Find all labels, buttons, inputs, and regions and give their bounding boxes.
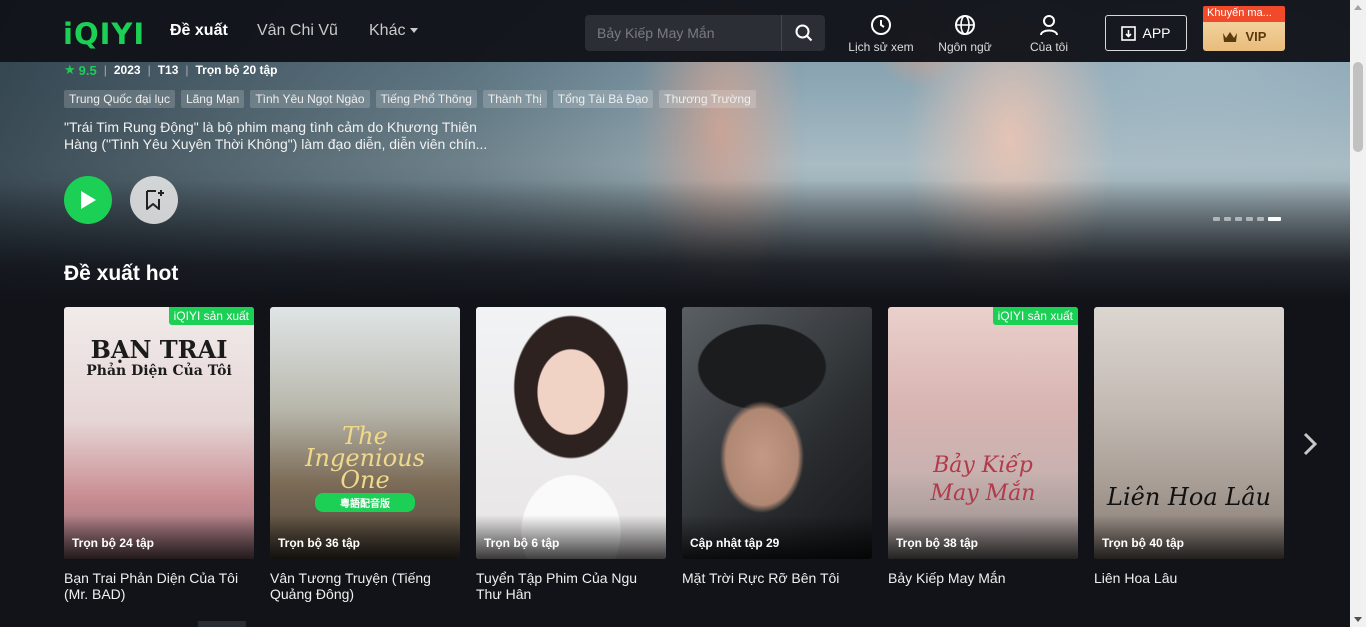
play-button[interactable] [64, 176, 112, 224]
app-label: APP [1142, 25, 1171, 41]
episode-info: Trọn bộ 24 tập [64, 515, 254, 559]
poster-title-art: Liên Hoa Lâu [1107, 483, 1271, 511]
original-badge: iQIYI sản xuất [992, 307, 1078, 325]
episode-info: Trọn bộ 36 tập [270, 515, 460, 559]
poster-subtitle-art: Phản Diện Của Tôi [86, 363, 232, 379]
carousel-dot[interactable] [1257, 217, 1264, 221]
hero-tag[interactable]: Tiếng Phổ Thông [375, 90, 477, 108]
hero-tags: Trung Quốc đại lục Lãng Mạn Tình Yêu Ngọ… [64, 90, 756, 108]
hero-tag[interactable]: Tổng Tài Bá Đạo [552, 90, 654, 108]
globe-icon [955, 15, 975, 35]
video-card[interactable]: The Ingenious One 粵語配音版 Trọn bộ 36 tập V… [270, 307, 460, 602]
hero-description: "Trái Tim Rung Động" là bộ phim mạng tìn… [64, 119, 488, 152]
language-button[interactable]: Ngôn ngữ [925, 14, 1005, 54]
scroll-up-arrow[interactable] [1354, 5, 1362, 10]
account-label: Của tôi [1029, 40, 1069, 54]
scroll-thumb[interactable] [1353, 62, 1363, 152]
video-card[interactable]: Liên Hoa Lâu Trọn bộ 40 tập Liên Hoa Lâu [1094, 307, 1284, 602]
video-card[interactable]: Cập nhật tập 29 Mặt Trời Rực Rỡ Bên Tôi [682, 307, 872, 602]
video-poster[interactable]: Liên Hoa Lâu Trọn bộ 40 tập [1094, 307, 1284, 559]
add-to-watchlist-button[interactable] [130, 176, 178, 224]
carousel-dot-active[interactable] [1268, 217, 1281, 221]
carousel-indicator [1213, 217, 1281, 221]
vip-label: VIP [1245, 28, 1267, 44]
hero-tag[interactable]: Thành Thị [482, 90, 547, 108]
video-card[interactable]: Trọn bộ 6 tập Tuyển Tập Phim Của Ngu Thư… [476, 307, 666, 602]
video-title[interactable]: Bảy Kiếp May Mắn [888, 570, 1078, 586]
nav-item-more[interactable]: Khác [369, 22, 419, 40]
carousel-dot[interactable] [1246, 217, 1253, 221]
chevron-right-icon [1303, 432, 1317, 456]
section-title: Đề xuất hot [64, 262, 179, 285]
carousel-dot[interactable] [1224, 217, 1231, 221]
nav-item-more-label: Khác [369, 22, 406, 39]
top-nav-bar: iQIYI Đề xuất Vân Chi Vũ Khác Lịch sử xe… [0, 0, 1350, 62]
video-poster[interactable]: Trọn bộ 6 tập [476, 307, 666, 559]
video-card[interactable]: Bảy Kiếp May Mắn iQIYI sản xuất Trọn bộ … [888, 307, 1078, 602]
video-title[interactable]: Vân Tương Truyện (Tiếng Quảng Đông) [270, 570, 460, 602]
hero-age-rating: T13 [157, 63, 179, 77]
language-label: Ngôn ngữ [938, 40, 992, 54]
search-icon [795, 24, 812, 42]
poster-title-art: BẠN TRAI [90, 335, 228, 364]
iqiyi-logo[interactable]: iQIYI [63, 17, 145, 51]
play-icon [81, 191, 96, 209]
hero-rating: 9.5 [78, 62, 97, 78]
hero-tag[interactable]: Thương Trường [659, 90, 756, 108]
video-title[interactable]: Bạn Trai Phản Diện Của Tôi (Mr. BAD) [64, 570, 254, 602]
episode-info: Trọn bộ 6 tập [476, 515, 666, 559]
poster-title-art: The Ingenious One [305, 422, 425, 494]
next-row-hint [198, 621, 246, 627]
video-title[interactable]: Tuyển Tập Phim Của Ngu Thư Hân [476, 570, 666, 602]
video-poster[interactable]: Bảy Kiếp May Mắn iQIYI sản xuất Trọn bộ … [888, 307, 1078, 559]
user-icon [1040, 15, 1058, 36]
nav-item-van-chi-vu[interactable]: Vân Chi Vũ [257, 22, 338, 40]
vertical-scrollbar[interactable] [1350, 0, 1366, 627]
hero-episodes: Trọn bộ 20 tập [195, 63, 278, 77]
poster-dub-label: 粵語配音版 [315, 493, 415, 512]
page: ★ 9.5 | 2023 | T13 | Trọn bộ 20 tập Trun… [0, 0, 1366, 627]
account-button[interactable]: Của tôi [1009, 14, 1089, 54]
bookmark-add-icon [146, 190, 164, 210]
carousel-dot[interactable] [1235, 217, 1242, 221]
recommended-row: BẠN TRAI Phản Diện Của Tôi iQIYI sản xuấ… [64, 307, 1284, 602]
hero-year: 2023 [113, 63, 141, 77]
nav-item-recommended[interactable]: Đề xuất [170, 22, 228, 40]
history-icon [871, 15, 891, 35]
video-poster[interactable]: BẠN TRAI Phản Diện Của Tôi iQIYI sản xuấ… [64, 307, 254, 559]
carousel-next-button[interactable] [1298, 430, 1322, 458]
crown-basket-icon [1222, 32, 1237, 42]
scroll-down-arrow[interactable] [1354, 617, 1362, 622]
chevron-down-icon [410, 28, 419, 34]
video-title[interactable]: Liên Hoa Lâu [1094, 570, 1284, 586]
search-button[interactable] [781, 15, 825, 51]
download-app-button[interactable]: APP [1105, 15, 1187, 51]
poster-title-art: Bảy Kiếp [933, 453, 1033, 478]
carousel-dot[interactable] [1213, 217, 1220, 221]
video-card[interactable]: BẠN TRAI Phản Diện Của Tôi iQIYI sản xuấ… [64, 307, 254, 602]
hero-meta: ★ 9.5 | 2023 | T13 | Trọn bộ 20 tập [64, 62, 278, 78]
poster-subtitle-art: May Mắn [930, 481, 1036, 506]
episode-info: Trọn bộ 40 tập [1094, 515, 1284, 559]
episode-info: Cập nhật tập 29 [682, 515, 872, 559]
original-badge: iQIYI sản xuất [168, 307, 254, 325]
video-title[interactable]: Mặt Trời Rực Rỡ Bên Tôi [682, 570, 872, 586]
episode-info: Trọn bộ 38 tập [888, 515, 1078, 559]
search-box [585, 15, 825, 51]
hero-tag[interactable]: Tình Yêu Ngọt Ngào [250, 90, 370, 108]
history-label: Lịch sử xem [848, 40, 914, 54]
video-poster[interactable]: The Ingenious One 粵語配音版 Trọn bộ 36 tập [270, 307, 460, 559]
hero-tag[interactable]: Lãng Mạn [180, 90, 245, 108]
promo-badge[interactable]: Khuyến ma... [1203, 6, 1285, 22]
hero-tag[interactable]: Trung Quốc đại lục [64, 90, 175, 108]
download-icon [1121, 25, 1137, 41]
history-button[interactable]: Lịch sử xem [841, 14, 921, 54]
star-icon: ★ [64, 62, 76, 77]
search-input[interactable] [585, 15, 780, 51]
video-poster[interactable]: Cập nhật tập 29 [682, 307, 872, 559]
